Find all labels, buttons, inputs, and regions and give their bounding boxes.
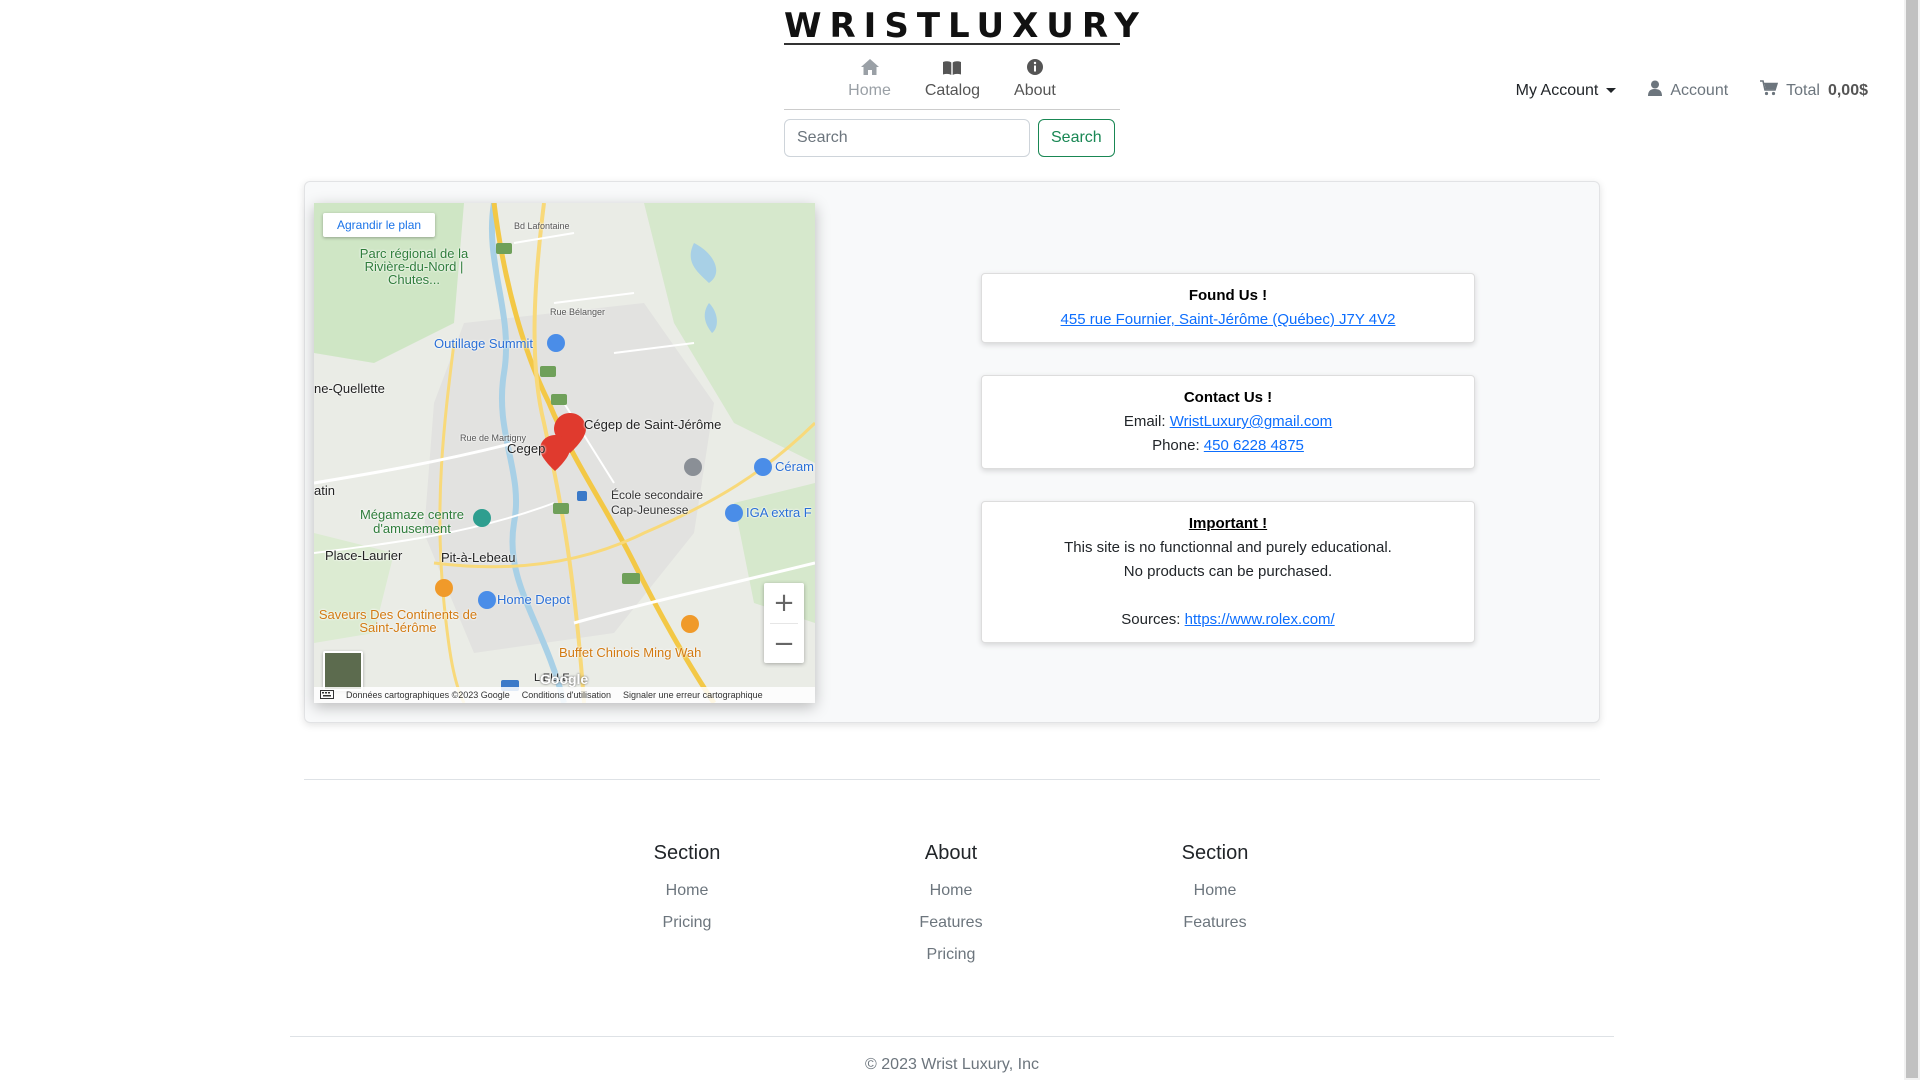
nav-home-label: Home [848, 82, 891, 99]
info-column: Found Us ! 455 rue Fournier, Saint-Jérôm… [981, 273, 1475, 675]
map-label-saveurs: Saveurs Des Continents de Saint-Jérôme [318, 607, 478, 635]
search-form: Search [784, 119, 1115, 157]
zoom-controls: + − [764, 583, 804, 663]
info-icon [1026, 50, 1044, 76]
found-us-title: Found Us ! [1188, 287, 1268, 304]
main-nav: Home Catalog About [784, 50, 1120, 110]
map-label-atin: atin [314, 483, 335, 498]
nav-about-label: About [1014, 82, 1056, 99]
nav-catalog[interactable]: Catalog [925, 50, 980, 109]
caret-down-icon [1606, 88, 1617, 93]
map-label-buffet: Buffet Chinois Ming Wah [559, 645, 702, 660]
map-label-place-laurier: Place-Laurier [325, 548, 403, 563]
map-label-outillage: Outillage Summit [434, 336, 533, 351]
footer-divider [304, 779, 1600, 780]
cart-link[interactable]: Total 0,00$ [1760, 80, 1868, 101]
map-label-home-depot: Home Depot [497, 592, 570, 607]
scrollbar-thumb[interactable] [1906, 0, 1918, 1078]
map-label-iga: IGA extra F [746, 505, 812, 520]
copyright: © 2023 Wrist Luxury, Inc [865, 1056, 1039, 1073]
satellite-toggle[interactable] [323, 651, 363, 691]
home-icon [860, 50, 880, 76]
nav-about[interactable]: About [1014, 50, 1056, 109]
email-row: Email: WristLuxury@gmail.com [990, 410, 1466, 434]
nav-home[interactable]: Home [848, 50, 891, 109]
footer-link-home[interactable]: Home [851, 875, 1051, 907]
map-label-ne-quellette: ne-Quellette [314, 381, 385, 396]
cart-total-label: Total [1786, 81, 1820, 99]
brand-logo[interactable]: WRISTLUXURY [784, 0, 1139, 46]
my-account-dropdown[interactable]: My Account [1516, 82, 1617, 100]
important-line-2: No products can be purchased. [1123, 563, 1333, 580]
important-line-1: This site is no functionnal and purely e… [1064, 539, 1392, 556]
footer-link-home[interactable]: Home [1115, 875, 1315, 907]
user-icon [1648, 80, 1663, 101]
map-label-parc: Parc régional de la Rivière-du-Nord | Ch… [359, 246, 469, 287]
map-label-cegep: Cegep [507, 441, 546, 456]
email-label: Email: [1123, 413, 1166, 430]
zoom-out-button[interactable]: − [764, 624, 804, 664]
brand-name: WRISTLUXURY [784, 0, 1139, 46]
map-terms-link[interactable]: Conditions d'utilisation [522, 690, 611, 700]
search-input[interactable] [784, 119, 1030, 157]
map-label-rue-martigny: Rue de Martigny [460, 433, 527, 443]
google-map[interactable]: Agrandir le plan Parc régional de la Riv… [314, 203, 815, 703]
footer-col-title: About [924, 842, 978, 864]
google-logo: Google [540, 671, 589, 687]
sources-label: Sources: [1121, 611, 1181, 628]
sources-row: Sources: https://www.rolex.com/ [990, 608, 1466, 632]
map-label-megamaze: Mégamaze centre d'amusement [359, 507, 465, 536]
contact-us-card: Contact Us ! Email: WristLuxury@gmail.co… [981, 375, 1475, 469]
contact-section: Agrandir le plan Parc régional de la Riv… [304, 181, 1600, 723]
bottom-divider [290, 1036, 1614, 1037]
footer-col-title: Section [653, 842, 721, 864]
account-label: Account [1670, 81, 1729, 99]
map-label-ecole: École secondaire Cap-Jeunesse [611, 488, 704, 517]
footer-col-about: About Home Features Pricing [851, 842, 1051, 971]
phone-link[interactable]: 450 6228 4875 [1204, 437, 1304, 454]
nav-catalog-label: Catalog [924, 82, 981, 99]
phone-row: Phone: 450 6228 4875 [990, 434, 1466, 458]
phone-label: Phone: [1152, 437, 1200, 454]
footer-link-pricing[interactable]: Pricing [587, 907, 787, 939]
search-button[interactable]: Search [1038, 119, 1115, 157]
footer-link-pricing[interactable]: Pricing [851, 939, 1051, 971]
cart-icon [1760, 80, 1779, 101]
map-report-link[interactable]: Signaler une erreur cartographique [623, 690, 763, 700]
my-account-label: My Account [1515, 81, 1599, 99]
important-title: Important ! [1188, 515, 1268, 532]
vertical-scrollbar[interactable] [1904, 0, 1920, 1080]
account-bar: My Account Account Total 0,00$ [1516, 80, 1868, 101]
map-label-cegep-sj: Cégep de Saint-Jérôme [584, 417, 722, 432]
footer-col-section-1: Section Home Pricing [587, 842, 787, 939]
map-label-pit: Pit-à-Lebeau [441, 550, 516, 565]
important-card: Important ! This site is no functionnal … [981, 501, 1475, 643]
account-link[interactable]: Account [1648, 80, 1728, 101]
footer-col-title: Section [1181, 842, 1249, 864]
zoom-in-button[interactable]: + [764, 583, 804, 623]
footer-link-home[interactable]: Home [587, 875, 787, 907]
enlarge-map-link[interactable]: Agrandir le plan [323, 213, 436, 237]
found-us-card: Found Us ! 455 rue Fournier, Saint-Jérôm… [981, 273, 1475, 343]
map-label-bd-lafontaine: Bd Lafontaine [514, 221, 570, 231]
map-footer: Données cartographiques ©2023 Google Con… [314, 687, 815, 703]
cart-total-value: 0,00$ [1827, 81, 1868, 99]
footer-link-features[interactable]: Features [1115, 907, 1315, 939]
contact-us-title: Contact Us ! [1183, 389, 1273, 406]
map-data-credit: Données cartographiques ©2023 Google [346, 690, 510, 700]
map-label-ceram: Céram [775, 459, 815, 474]
book-icon [942, 50, 962, 76]
address-link[interactable]: 455 rue Fournier, Saint-Jérôme (Québec) … [1061, 311, 1396, 328]
footer-col-section-2: Section Home Features [1115, 842, 1315, 939]
email-link[interactable]: WristLuxury@gmail.com [1170, 413, 1332, 430]
map-label-rue-belanger: Rue Bélanger [550, 307, 606, 317]
footer-link-features[interactable]: Features [851, 907, 1051, 939]
keyboard-icon[interactable] [320, 689, 334, 701]
sources-link[interactable]: https://www.rolex.com/ [1185, 611, 1335, 628]
